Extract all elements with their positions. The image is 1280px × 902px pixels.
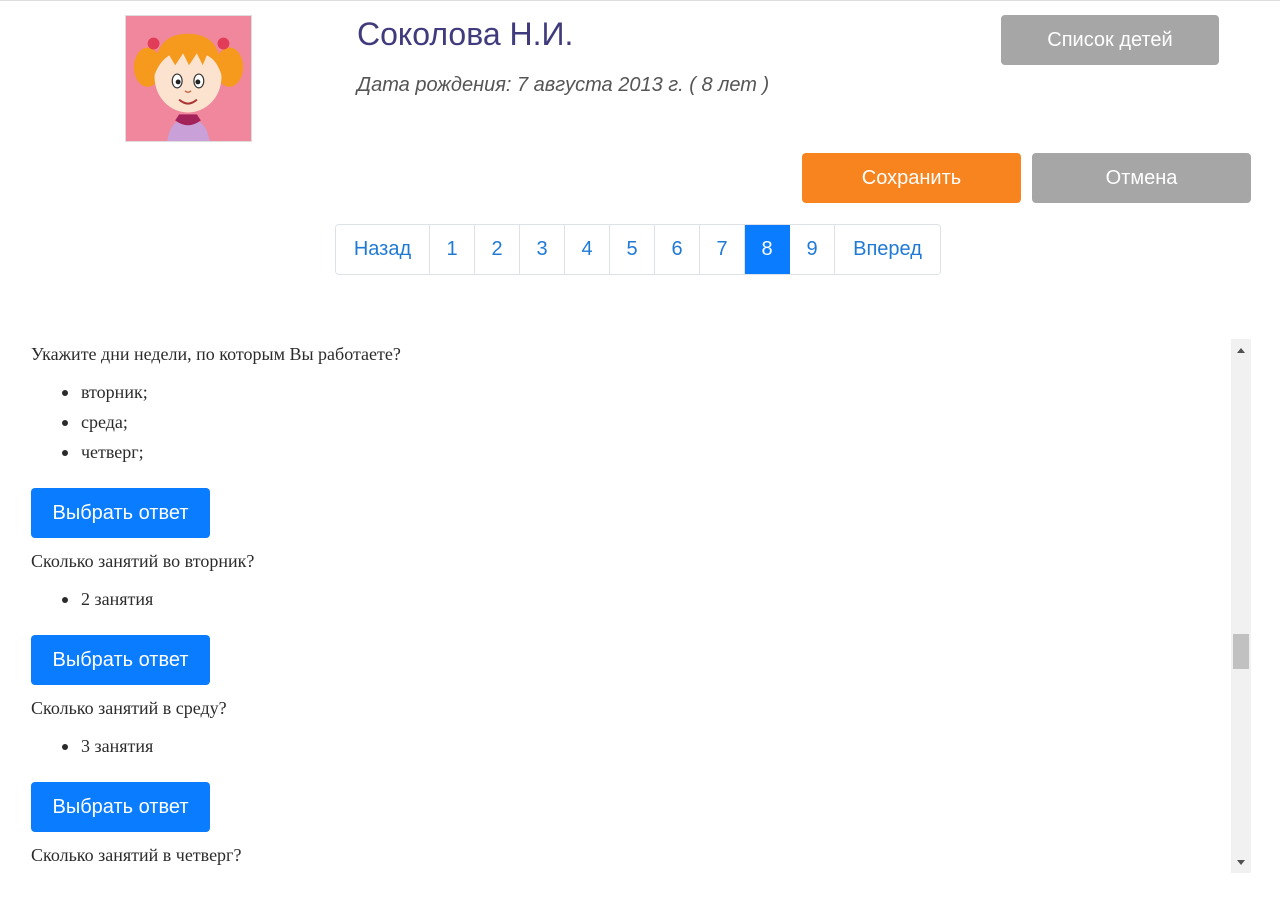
question-text: Укажите дни недели, по которым Вы работа… [31,344,401,364]
page-4[interactable]: 4 [565,225,610,274]
page-2[interactable]: 2 [475,225,520,274]
scroll-thumb[interactable] [1233,634,1249,669]
question-text: Сколько занятий в четверг? [31,845,242,865]
question-text: Сколько занятий в среду? [31,698,227,718]
answer-list: вторник; среда; четверг; [31,377,148,467]
child-name: Соколова Н.И. [357,16,574,52]
answer-list: 2 занятия [31,584,153,614]
page-5[interactable]: 5 [610,225,655,274]
answer-item: четверг; [31,437,148,467]
page-6[interactable]: 6 [655,225,700,274]
girl-avatar-icon [126,16,251,141]
vertical-scrollbar[interactable] [1231,339,1251,873]
page-7[interactable]: 7 [700,225,745,274]
birth-date: Дата рождения: 7 августа 2013 г. ( 8 лет… [357,74,770,96]
question-text: Сколько занятий во вторник? [31,551,255,571]
cancel-button[interactable]: Отмена [1032,153,1251,203]
answer-list: 3 занятия [31,731,153,761]
pagination: Назад 1 2 3 4 5 6 7 8 9 Вперед [335,224,941,275]
pagination-prev[interactable]: Назад [336,225,430,274]
page-3[interactable]: 3 [520,225,565,274]
scroll-down-arrow-icon[interactable] [1231,851,1251,873]
answer-item: среда; [31,407,148,437]
page-8-current[interactable]: 8 [745,225,790,274]
children-list-button[interactable]: Список детей [1001,15,1219,65]
page-9[interactable]: 9 [790,225,835,274]
choose-answer-button[interactable]: Выбрать ответ [31,782,210,832]
answer-item: 3 занятия [31,731,153,761]
answer-item: вторник; [31,377,148,407]
choose-answer-button[interactable]: Выбрать ответ [31,488,210,538]
choose-answer-button[interactable]: Выбрать ответ [31,635,210,685]
questions-panel: Укажите дни недели, по которым Вы работа… [0,339,1251,873]
page-1[interactable]: 1 [430,225,475,274]
answer-item: 2 занятия [31,584,153,614]
pagination-next[interactable]: Вперед [835,225,940,274]
save-button[interactable]: Сохранить [802,153,1021,203]
scroll-up-arrow-icon[interactable] [1231,339,1251,361]
child-avatar [125,15,252,142]
